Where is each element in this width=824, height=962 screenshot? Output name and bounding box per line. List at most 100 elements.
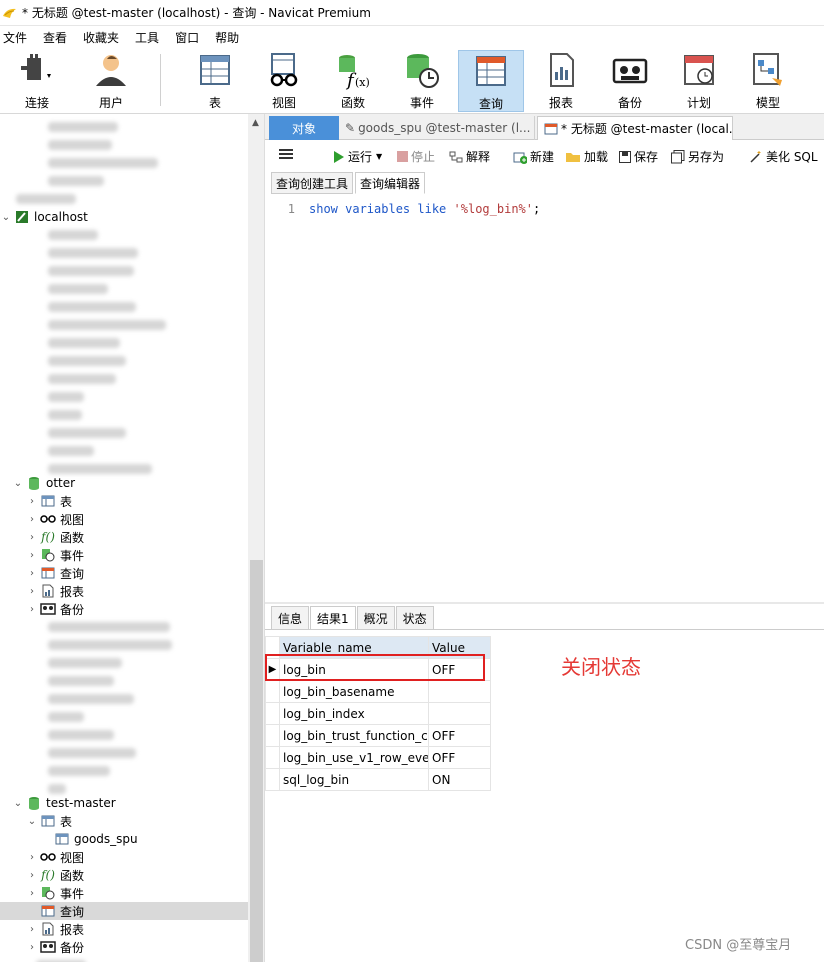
sidebar-scrollbar[interactable]: ▲ (248, 114, 264, 962)
otter-views[interactable]: › 视图 (0, 510, 248, 528)
menu-help[interactable]: 帮助 (211, 29, 251, 46)
schedule-button[interactable]: 计划 (666, 50, 732, 112)
chevron-right-icon[interactable]: › (26, 514, 38, 525)
chevron-right-icon[interactable]: › (26, 852, 38, 863)
chevron-right-icon[interactable]: › (26, 870, 38, 881)
connection-localhost[interactable]: ⌄ localhost (0, 208, 248, 226)
test-master-queries[interactable]: 查询 (0, 902, 248, 920)
menu-tools[interactable]: 工具 (131, 29, 171, 46)
scroll-up-icon[interactable]: ▲ (252, 118, 259, 128)
save-as-button[interactable]: 另存为 (671, 148, 724, 165)
chevron-right-icon[interactable]: › (26, 924, 38, 935)
tab-overview[interactable]: 概况 (356, 606, 395, 630)
otter-events[interactable]: › 事件 (0, 546, 248, 564)
query-button[interactable]: 查询 (458, 50, 524, 112)
cell-variable-name[interactable]: log_bin_basename (279, 680, 429, 703)
save-button[interactable]: 保存 (619, 148, 658, 165)
cell-variable-name[interactable]: sql_log_bin (279, 768, 429, 791)
cell-variable-name[interactable]: log_bin_trust_function_cre (279, 724, 429, 747)
otter-backups[interactable]: › 备份 (0, 600, 248, 618)
new-query-icon (513, 150, 527, 164)
connect-button[interactable]: 连接 (4, 50, 70, 112)
report-button[interactable]: 报表 (528, 50, 594, 112)
chevron-down-icon[interactable]: ⌄ (12, 478, 24, 489)
run-button[interactable]: 运行 ▼ (333, 148, 382, 165)
cell-value[interactable]: OFF (428, 724, 491, 747)
chevron-right-icon[interactable]: › (26, 568, 38, 579)
blurred-item (0, 244, 248, 262)
explain-button[interactable]: 解释 (449, 148, 490, 165)
test-master-backups[interactable]: › 备份 (0, 938, 248, 956)
test-master-views[interactable]: › 视图 (0, 848, 248, 866)
tab-query-editor[interactable]: 查询编辑器 (355, 172, 426, 194)
chevron-right-icon[interactable]: › (26, 942, 38, 953)
database-test-master[interactable]: ⌄ test-master (0, 794, 248, 812)
tab-status[interactable]: 状态 (395, 606, 434, 630)
new-button[interactable]: 新建 (513, 148, 554, 165)
chevron-right-icon[interactable]: › (26, 604, 38, 615)
sql-editor[interactable]: 1 show variables like '%log_bin%'; (265, 194, 824, 602)
cell-value[interactable] (428, 680, 491, 703)
otter-tables[interactable]: › 表 (0, 492, 248, 510)
cell-variable-name[interactable]: log_bin_use_v1_row_event (279, 746, 429, 769)
cell-variable-name[interactable]: log_bin_index (279, 702, 429, 725)
hamburger-menu-icon[interactable] (279, 148, 293, 160)
menu-window[interactable]: 窗口 (171, 29, 211, 46)
tab-info[interactable]: 信息 (271, 606, 310, 630)
stop-button[interactable]: 停止 (397, 148, 435, 165)
otter-reports[interactable]: › 报表 (0, 582, 248, 600)
table-row[interactable]: sql_log_bin ON (265, 768, 491, 791)
scrollbar-thumb[interactable] (250, 560, 263, 962)
blurred-item (0, 406, 248, 424)
cell-value[interactable]: ON (428, 768, 491, 791)
cell-value[interactable] (428, 702, 491, 725)
tab-goods-spu[interactable]: ✎ goods_spu @test-master (l... (339, 116, 535, 140)
view-button[interactable]: 视图 (251, 50, 317, 112)
table-row[interactable]: log_bin_index (265, 702, 491, 725)
menu-favorites[interactable]: 收藏夹 (79, 29, 131, 46)
table-row[interactable]: log_bin_use_v1_row_event OFF (265, 746, 491, 769)
database-otter[interactable]: ⌄ otter (0, 474, 248, 492)
query-panel: 对象 ✎ goods_spu @test-master (l... * 无标题 … (265, 114, 824, 962)
cell-value[interactable]: OFF (428, 746, 491, 769)
chevron-right-icon[interactable]: › (26, 550, 38, 561)
table-icon (54, 832, 70, 846)
annotation-label: 关闭状态 (561, 655, 641, 679)
sql-code[interactable]: show variables like '%log_bin%'; (309, 202, 540, 216)
model-icon (748, 50, 788, 90)
function-button[interactable]: f (x) 函数 (320, 50, 386, 112)
chevron-down-icon[interactable]: ⌄ (12, 798, 24, 809)
chevron-right-icon[interactable]: › (26, 496, 38, 507)
chevron-right-icon[interactable]: › (26, 532, 38, 543)
table-row[interactable]: log_bin_trust_function_cre OFF (265, 724, 491, 747)
pane-splitter[interactable] (265, 602, 824, 604)
function-icon: f() (41, 868, 55, 882)
tab-query-builder[interactable]: 查询创建工具 (271, 172, 354, 194)
user-button[interactable]: 用户 (78, 50, 144, 112)
event-button[interactable]: 事件 (389, 50, 455, 112)
dropdown-arrow-icon[interactable]: ▼ (376, 152, 382, 161)
table-button[interactable]: 表 (182, 50, 248, 112)
tab-query[interactable]: * 无标题 @test-master (local... (537, 116, 733, 140)
table-row[interactable]: log_bin_basename (265, 680, 491, 703)
model-button[interactable]: 模型 (735, 50, 801, 112)
test-master-reports[interactable]: › 报表 (0, 920, 248, 938)
chevron-down-icon[interactable]: ⌄ (0, 212, 12, 223)
otter-functions[interactable]: › f() 函数 (0, 528, 248, 546)
beautify-sql-button[interactable]: 美化 SQL (749, 148, 818, 165)
backup-button[interactable]: 备份 (597, 50, 663, 112)
test-master-functions[interactable]: › f() 函数 (0, 866, 248, 884)
blurred-item (0, 172, 248, 190)
chevron-right-icon[interactable]: › (26, 888, 38, 899)
test-master-events[interactable]: › 事件 (0, 884, 248, 902)
menu-file[interactable]: 文件 (0, 29, 39, 46)
chevron-down-icon[interactable]: ⌄ (26, 816, 38, 827)
otter-queries[interactable]: › 查询 (0, 564, 248, 582)
tab-objects[interactable]: 对象 (269, 116, 339, 140)
table-goods-spu[interactable]: goods_spu (0, 830, 248, 848)
tab-result1[interactable]: 结果1 (310, 606, 356, 630)
chevron-right-icon[interactable]: › (26, 586, 38, 597)
test-master-tables[interactable]: ⌄ 表 (0, 812, 248, 830)
load-button[interactable]: 加载 (565, 148, 608, 165)
menu-view[interactable]: 查看 (39, 29, 79, 46)
